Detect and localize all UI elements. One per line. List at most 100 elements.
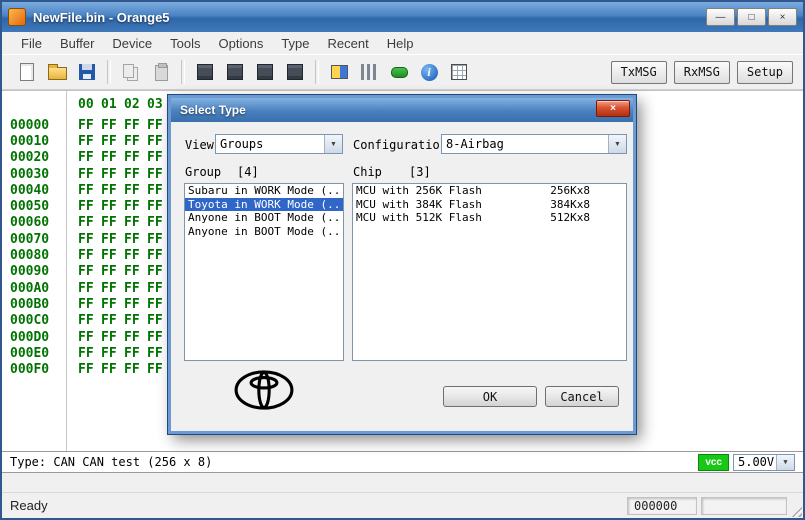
menu-item-options[interactable]: Options <box>210 34 273 53</box>
hex-byte[interactable]: FF <box>124 346 147 361</box>
hex-byte[interactable]: FF <box>147 330 170 345</box>
buffer-3-button[interactable] <box>251 58 279 86</box>
hex-byte[interactable]: FF <box>124 248 147 263</box>
hex-byte[interactable]: FF <box>124 134 147 149</box>
connect-device-button[interactable] <box>385 58 413 86</box>
setup-button[interactable]: Setup <box>736 60 793 84</box>
hex-byte[interactable]: FF <box>101 362 124 377</box>
open-file-button[interactable] <box>43 58 71 86</box>
hex-byte[interactable]: FF <box>124 167 147 182</box>
hex-byte[interactable]: FF <box>78 150 101 165</box>
rxmsg-button[interactable]: RxMSG <box>673 60 730 84</box>
hex-byte[interactable]: FF <box>101 167 124 182</box>
voltage-select[interactable]: 5.00V ▼ <box>733 453 795 471</box>
hex-byte[interactable]: FF <box>124 281 147 296</box>
hex-byte[interactable]: FF <box>147 248 170 263</box>
menu-item-tools[interactable]: Tools <box>161 34 209 53</box>
hex-byte[interactable]: FF <box>78 134 101 149</box>
group-list-item[interactable]: Anyone in BOOT Mode (.. <box>185 225 343 239</box>
resize-grip[interactable] <box>789 504 802 517</box>
hex-byte[interactable]: FF <box>101 150 124 165</box>
hex-byte[interactable]: FF <box>124 313 147 328</box>
hex-byte[interactable]: FF <box>124 118 147 133</box>
hex-byte[interactable]: FF <box>78 297 101 312</box>
hex-byte[interactable]: FF <box>147 313 170 328</box>
hex-byte[interactable]: FF <box>78 346 101 361</box>
hex-byte[interactable]: FF <box>147 362 170 377</box>
hex-byte[interactable]: FF <box>101 346 124 361</box>
hex-byte[interactable]: FF <box>124 183 147 198</box>
titlebar[interactable]: NewFile.bin - Orange5 — □ × <box>2 2 803 32</box>
chevron-down-icon[interactable]: ▼ <box>776 454 794 470</box>
hex-byte[interactable]: FF <box>78 118 101 133</box>
hex-byte[interactable]: FF <box>78 215 101 230</box>
menu-item-recent[interactable]: Recent <box>319 34 378 53</box>
new-file-button[interactable] <box>13 58 41 86</box>
buffer-1-button[interactable] <box>191 58 219 86</box>
hex-byte[interactable]: FF <box>124 232 147 247</box>
hex-byte[interactable]: FF <box>101 183 124 198</box>
hex-byte[interactable]: FF <box>124 215 147 230</box>
cancel-button[interactable]: Cancel <box>545 386 619 407</box>
info-button[interactable] <box>415 58 443 86</box>
hex-byte[interactable]: FF <box>124 264 147 279</box>
swap-buffers-button[interactable] <box>325 58 353 86</box>
hex-byte[interactable]: FF <box>147 150 170 165</box>
hex-byte[interactable]: FF <box>101 118 124 133</box>
group-list-item[interactable]: Subaru in WORK Mode (.. <box>185 184 343 198</box>
hex-byte[interactable]: FF <box>101 199 124 214</box>
hex-byte[interactable]: FF <box>78 362 101 377</box>
hex-byte[interactable]: FF <box>78 248 101 263</box>
ok-button[interactable]: OK <box>443 386 537 407</box>
hex-byte[interactable]: FF <box>147 346 170 361</box>
hex-byte[interactable]: FF <box>147 215 170 230</box>
hex-byte[interactable]: FF <box>101 313 124 328</box>
chip-list-item[interactable]: MCU with 384K Flash 384Kx8 <box>353 198 626 212</box>
hex-byte[interactable]: FF <box>78 167 101 182</box>
hex-byte[interactable]: FF <box>101 215 124 230</box>
hex-byte[interactable]: FF <box>124 330 147 345</box>
hex-byte[interactable]: FF <box>78 183 101 198</box>
txmsg-button[interactable]: TxMSG <box>610 60 667 84</box>
dialog-close-button[interactable]: × <box>596 100 630 117</box>
hex-byte[interactable]: FF <box>147 281 170 296</box>
menu-item-device[interactable]: Device <box>103 34 161 53</box>
hex-byte[interactable]: FF <box>101 297 124 312</box>
copy-button[interactable] <box>117 58 145 86</box>
menu-item-help[interactable]: Help <box>378 34 423 53</box>
menu-item-buffer[interactable]: Buffer <box>51 34 103 53</box>
configuration-select[interactable]: 8-Airbag ▼ <box>441 134 627 154</box>
hex-byte[interactable]: FF <box>147 199 170 214</box>
minimize-button[interactable]: — <box>706 8 735 26</box>
hex-byte[interactable]: FF <box>78 313 101 328</box>
hex-byte[interactable]: FF <box>124 362 147 377</box>
hex-byte[interactable]: FF <box>124 297 147 312</box>
menu-item-file[interactable]: File <box>12 34 51 53</box>
hex-byte[interactable]: FF <box>101 232 124 247</box>
hex-byte[interactable]: FF <box>78 199 101 214</box>
hex-byte[interactable]: FF <box>101 330 124 345</box>
buffer-4-button[interactable] <box>281 58 309 86</box>
checksum-button[interactable] <box>445 58 473 86</box>
hex-byte[interactable]: FF <box>147 134 170 149</box>
group-list-item[interactable]: Toyota in WORK Mode (.. <box>185 197 343 211</box>
menu-item-type[interactable]: Type <box>272 34 318 53</box>
hex-byte[interactable]: FF <box>78 232 101 247</box>
save-file-button[interactable] <box>73 58 101 86</box>
hex-byte[interactable]: FF <box>124 199 147 214</box>
chip-list-item[interactable]: MCU with 512K Flash 512Kx8 <box>353 211 626 225</box>
maximize-button[interactable]: □ <box>737 8 766 26</box>
chip-list-item[interactable]: MCU with 256K Flash 256Kx8 <box>353 184 626 198</box>
hex-byte[interactable]: FF <box>101 248 124 263</box>
group-list-item[interactable]: Anyone in BOOT Mode (.. <box>185 211 343 225</box>
dialog-titlebar[interactable]: Select Type × <box>171 98 633 122</box>
chip-listbox[interactable]: MCU with 256K Flash 256Kx8 MCU with 384K F… <box>352 183 627 361</box>
hex-byte[interactable]: FF <box>101 264 124 279</box>
hex-byte[interactable]: FF <box>101 281 124 296</box>
hex-byte[interactable]: FF <box>147 118 170 133</box>
hex-byte[interactable]: FF <box>147 264 170 279</box>
hex-byte[interactable]: FF <box>78 330 101 345</box>
chevron-down-icon[interactable]: ▼ <box>324 135 342 153</box>
paste-button[interactable] <box>147 58 175 86</box>
hex-byte[interactable]: FF <box>147 167 170 182</box>
